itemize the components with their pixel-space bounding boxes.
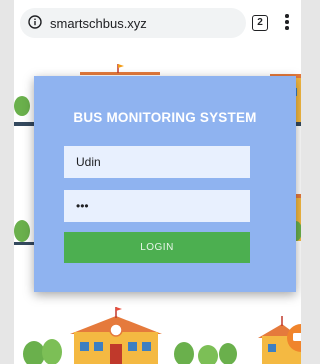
username-input[interactable]: [64, 146, 250, 178]
browser-page: smartschbus.xyz 2 BUS MONITORING SYSTEM …: [14, 0, 301, 364]
tab-switcher-button[interactable]: 2: [252, 15, 268, 31]
page-title: BUS MONITORING SYSTEM: [73, 110, 257, 125]
login-button[interactable]: LOGIN: [64, 232, 250, 263]
url-field[interactable]: smartschbus.xyz: [20, 8, 246, 38]
password-input[interactable]: [64, 190, 250, 222]
url-text[interactable]: smartschbus.xyz: [50, 16, 147, 31]
info-icon[interactable]: [28, 15, 42, 29]
more-vertical-icon[interactable]: [284, 14, 290, 32]
address-bar: smartschbus.xyz 2: [14, 0, 301, 46]
login-card: BUS MONITORING SYSTEM LOGIN: [34, 76, 296, 292]
